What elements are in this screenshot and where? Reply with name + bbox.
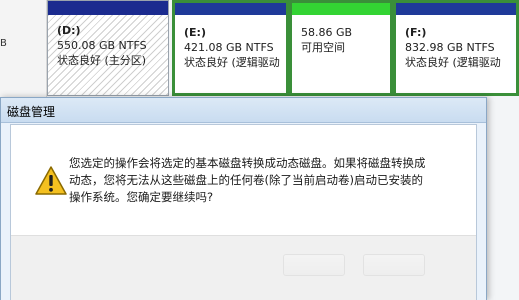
dialog-message-line: 操作系统。您确定要继续吗? bbox=[69, 190, 214, 204]
partition-size: 58.86 GB bbox=[301, 26, 353, 39]
partition-type-bar bbox=[396, 3, 516, 15]
dialog-message-line: 动态，您将无法从这些磁盘上的任何卷(除了当前启动卷)启动已安装的 bbox=[69, 173, 423, 187]
partition-size: 832.98 GB NTFS bbox=[405, 41, 495, 54]
partition-info: (E:) 421.08 GB NTFS 状态良好 (逻辑驱动 bbox=[184, 25, 282, 70]
partition-info: (F:) 832.98 GB NTFS 状态良好 (逻辑驱动 bbox=[405, 25, 512, 70]
partition-name: (D:) bbox=[57, 24, 81, 37]
dialog-button-area bbox=[11, 235, 476, 300]
dialog-message: 您选定的操作会将选定的基本磁盘转换成动态磁盘。如果将磁盘转换成 动态，您将无法从… bbox=[69, 155, 469, 206]
partition-free-space[interactable]: 58.86 GB 可用空间 bbox=[289, 0, 393, 96]
confirm-dialog: 磁盘管理 您选定的操作会将选定的基本磁盘转换成动态磁盘。如果将磁盘转换成 动态，… bbox=[0, 97, 487, 300]
dialog-titlebar[interactable]: 磁盘管理 bbox=[1, 98, 486, 123]
dialog-message-line: 您选定的操作会将选定的基本磁盘转换成动态磁盘。如果将磁盘转换成 bbox=[69, 156, 426, 170]
warning-icon bbox=[35, 166, 67, 195]
disk-label-text: B bbox=[0, 38, 7, 49]
partition-info: 58.86 GB 可用空间 bbox=[301, 25, 386, 55]
partition-status: 可用空间 bbox=[301, 41, 345, 54]
dialog-body: 您选定的操作会将选定的基本磁盘转换成动态磁盘。如果将磁盘转换成 动态，您将无法从… bbox=[10, 124, 477, 300]
partition-size: 550.08 GB NTFS bbox=[57, 39, 147, 52]
partition-type-bar bbox=[48, 1, 168, 15]
partition-e[interactable]: (E:) 421.08 GB NTFS 状态良好 (逻辑驱动 bbox=[172, 0, 289, 96]
partition-f[interactable]: (F:) 832.98 GB NTFS 状态良好 (逻辑驱动 bbox=[393, 0, 519, 96]
disk-label-column: B bbox=[0, 0, 47, 100]
partition-status: 状态良好 (主分区) bbox=[57, 54, 147, 67]
partition-status: 状态良好 (逻辑驱动 bbox=[184, 56, 280, 69]
partition-name: (E:) bbox=[184, 26, 206, 39]
partition-d[interactable]: (D:) 550.08 GB NTFS 状态良好 (主分区) bbox=[47, 0, 169, 96]
dialog-button-left[interactable] bbox=[283, 254, 345, 276]
partition-type-bar bbox=[175, 3, 286, 15]
dialog-button-right[interactable] bbox=[363, 254, 425, 276]
partition-status: 状态良好 (逻辑驱动 bbox=[405, 56, 501, 69]
partition-info: (D:) 550.08 GB NTFS 状态良好 (主分区) bbox=[57, 23, 164, 68]
partition-type-bar bbox=[292, 3, 390, 15]
screen: B (D:) 550.08 GB NTFS 状态良好 (主分区) (E:) 42… bbox=[0, 0, 519, 300]
dialog-title: 磁盘管理 bbox=[7, 105, 56, 119]
partition-name: (F:) bbox=[405, 26, 427, 39]
partition-size: 421.08 GB NTFS bbox=[184, 41, 274, 54]
